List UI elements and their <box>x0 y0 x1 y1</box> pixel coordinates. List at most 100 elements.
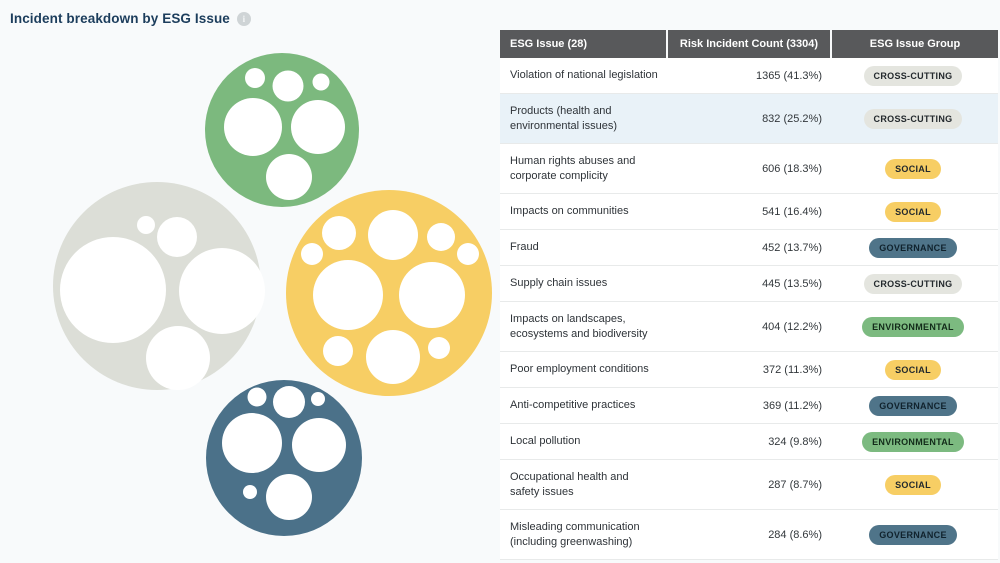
issue-bubble[interactable] <box>323 336 353 366</box>
issue-bubble[interactable] <box>60 237 166 343</box>
group-cell: ENVIRONMENTAL <box>828 432 998 452</box>
count-cell: 287 (8.7%) <box>666 479 828 491</box>
group-cell: SOCIAL <box>828 360 998 380</box>
group-cell: GOVERNANCE <box>828 525 998 545</box>
count-cell: 445 (13.5%) <box>666 278 828 290</box>
table-row[interactable]: Products (health and environmental issue… <box>500 94 998 144</box>
issue-cell: Anti-competitive practices <box>500 388 666 423</box>
group-badge: ENVIRONMENTAL <box>862 317 964 337</box>
issue-cell: Poor employment conditions <box>500 352 666 387</box>
table-row[interactable]: Anti-competitive practices 369 (11.2%) G… <box>500 388 998 424</box>
group-cell: GOVERNANCE <box>828 238 998 258</box>
issue-bubble[interactable] <box>224 98 282 156</box>
group-cell: GOVERNANCE <box>828 396 998 416</box>
column-header-esg-issue-group[interactable]: ESG Issue Group <box>832 30 998 58</box>
issue-cell: Occupational health and safety issues <box>500 460 666 509</box>
table-row[interactable]: Impacts on landscapes, ecosystems and bi… <box>500 302 998 352</box>
count-cell: 452 (13.7%) <box>666 242 828 254</box>
table-row[interactable]: Human rights abuses and corporate compli… <box>500 144 998 194</box>
bubble-group-cross-cutting[interactable] <box>53 182 265 390</box>
count-cell: 541 (16.4%) <box>666 206 828 218</box>
issue-bubble[interactable] <box>399 262 465 328</box>
group-badge: SOCIAL <box>885 475 941 495</box>
group-badge: CROSS-CUTTING <box>864 66 963 86</box>
issue-cell: Products (health and environmental issue… <box>500 94 666 143</box>
issue-cell: Supply chain issues <box>500 266 666 301</box>
issue-bubble[interactable] <box>301 243 323 265</box>
count-cell: 832 (25.2%) <box>666 113 828 125</box>
issue-bubble[interactable] <box>366 330 420 384</box>
dashboard-panel: Incident breakdown by ESG Issue i ESG Is… <box>0 0 1000 563</box>
issue-bubble[interactable] <box>273 386 305 418</box>
group-cell: CROSS-CUTTING <box>828 109 998 129</box>
esg-bubble-chart <box>0 0 500 563</box>
issue-cell: Impacts on landscapes, ecosystems and bi… <box>500 302 666 351</box>
issue-bubble[interactable] <box>457 243 479 265</box>
group-badge: SOCIAL <box>885 159 941 179</box>
group-cell: SOCIAL <box>828 202 998 222</box>
count-cell: 1365 (41.3%) <box>666 70 828 82</box>
group-cell: ENVIRONMENTAL <box>828 317 998 337</box>
issue-bubble[interactable] <box>248 388 267 407</box>
group-cell: CROSS-CUTTING <box>828 66 998 86</box>
bubble-group-social[interactable] <box>286 190 492 396</box>
group-cell: SOCIAL <box>828 475 998 495</box>
column-header-risk-incident-count[interactable]: Risk Incident Count (3304) <box>668 30 830 58</box>
count-cell: 606 (18.3%) <box>666 163 828 175</box>
issue-bubble[interactable] <box>222 413 282 473</box>
count-cell: 324 (9.8%) <box>666 436 828 448</box>
group-badge: SOCIAL <box>885 202 941 222</box>
count-cell: 372 (11.3%) <box>666 364 828 376</box>
issue-cell: Misleading communication (including gree… <box>500 510 666 559</box>
count-cell: 369 (11.2%) <box>666 400 828 412</box>
issue-bubble[interactable] <box>245 68 265 88</box>
issue-cell: Fraud <box>500 230 666 265</box>
issue-bubble[interactable] <box>368 210 418 260</box>
issue-bubble[interactable] <box>313 260 383 330</box>
table-body: Violation of national legislation 1365 (… <box>500 58 998 560</box>
group-badge: GOVERNANCE <box>869 525 957 545</box>
issue-bubble[interactable] <box>266 474 312 520</box>
table-row[interactable]: Supply chain issues 445 (13.5%) CROSS-CU… <box>500 266 998 302</box>
table-row[interactable]: Misleading communication (including gree… <box>500 510 998 560</box>
issue-cell: Local pollution <box>500 424 666 459</box>
group-badge: GOVERNANCE <box>869 238 957 258</box>
group-cell: SOCIAL <box>828 159 998 179</box>
issue-cell: Violation of national legislation <box>500 58 666 93</box>
issue-bubble[interactable] <box>311 392 325 406</box>
group-badge: ENVIRONMENTAL <box>862 432 964 452</box>
issue-bubble[interactable] <box>273 71 304 102</box>
table-row[interactable]: Violation of national legislation 1365 (… <box>500 58 998 94</box>
column-header-esg-issue[interactable]: ESG Issue (28) <box>500 30 666 58</box>
issue-cell: Human rights abuses and corporate compli… <box>500 144 666 193</box>
count-cell: 284 (8.6%) <box>666 529 828 541</box>
esg-issue-table: ESG Issue (28) Risk Incident Count (3304… <box>500 30 998 560</box>
table-header-row: ESG Issue (28) Risk Incident Count (3304… <box>500 30 998 58</box>
bubble-group-environmental[interactable] <box>205 53 359 207</box>
issue-bubble[interactable] <box>179 248 265 334</box>
table-row[interactable]: Fraud 452 (13.7%) GOVERNANCE <box>500 230 998 266</box>
issue-bubble[interactable] <box>266 154 312 200</box>
issue-bubble[interactable] <box>322 216 356 250</box>
group-badge: CROSS-CUTTING <box>864 274 963 294</box>
issue-bubble[interactable] <box>146 326 210 390</box>
issue-cell: Impacts on communities <box>500 194 666 229</box>
issue-bubble[interactable] <box>292 418 346 472</box>
count-cell: 404 (12.2%) <box>666 321 828 333</box>
issue-bubble[interactable] <box>313 74 330 91</box>
issue-bubble[interactable] <box>291 100 345 154</box>
group-badge: CROSS-CUTTING <box>864 109 963 129</box>
group-cell: CROSS-CUTTING <box>828 274 998 294</box>
group-badge: GOVERNANCE <box>869 396 957 416</box>
issue-bubble[interactable] <box>137 216 155 234</box>
table-row[interactable]: Local pollution 324 (9.8%) ENVIRONMENTAL <box>500 424 998 460</box>
issue-bubble[interactable] <box>428 337 450 359</box>
issue-bubble[interactable] <box>243 485 257 499</box>
bubble-group-governance[interactable] <box>206 380 362 536</box>
group-badge: SOCIAL <box>885 360 941 380</box>
table-row[interactable]: Occupational health and safety issues 28… <box>500 460 998 510</box>
table-row[interactable]: Poor employment conditions 372 (11.3%) S… <box>500 352 998 388</box>
issue-bubble[interactable] <box>427 223 455 251</box>
table-row[interactable]: Impacts on communities 541 (16.4%) SOCIA… <box>500 194 998 230</box>
issue-bubble[interactable] <box>157 217 197 257</box>
